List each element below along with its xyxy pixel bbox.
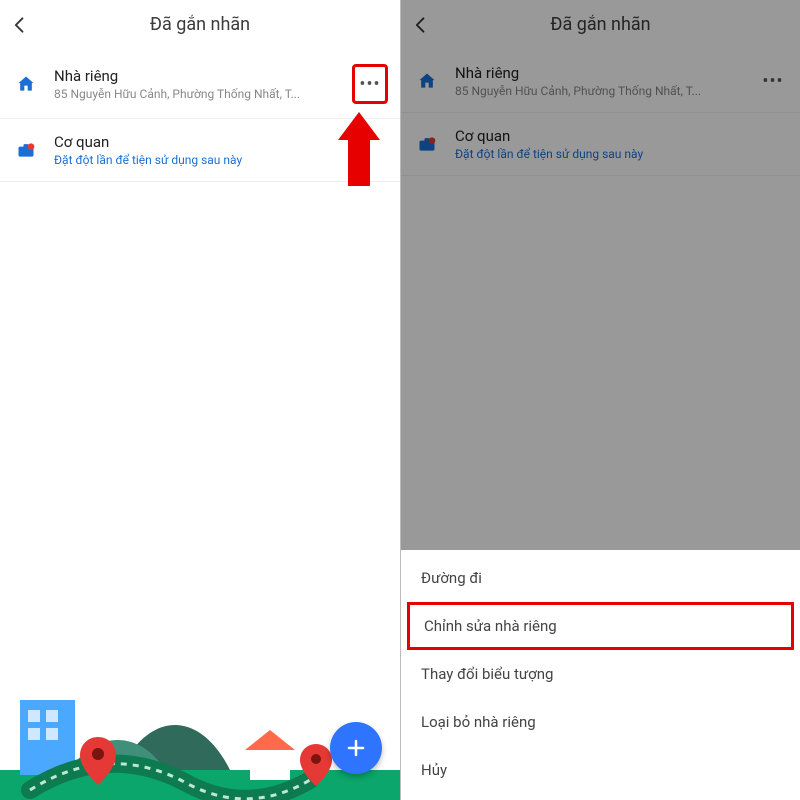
right-screenshot: Đã gắn nhãn Nhà riêng 85 Nguyễn Hữu Cảnh… bbox=[400, 0, 800, 800]
illustration bbox=[0, 600, 400, 800]
more-button[interactable]: ••• bbox=[355, 69, 385, 99]
sheet-item-cancel[interactable]: Hủy bbox=[401, 746, 800, 794]
sheet-item-remove-home[interactable]: Loại bỏ nhà riêng bbox=[401, 698, 800, 746]
back-button[interactable] bbox=[0, 0, 40, 50]
item-title: Cơ quan bbox=[54, 133, 388, 151]
item-subtitle: 85 Nguyễn Hữu Cảnh, Phường Thống Nhất, T… bbox=[54, 87, 334, 101]
plus-icon bbox=[344, 736, 368, 760]
list-item-body: Cơ quan Đặt đột lần để tiện sử dụng sau … bbox=[48, 133, 388, 167]
list-item-body: Nhà riêng 85 Nguyễn Hữu Cảnh, Phường Thố… bbox=[48, 67, 352, 101]
sheet-item-directions[interactable]: Đường đi bbox=[401, 554, 800, 602]
briefcase-icon bbox=[16, 140, 48, 160]
list-item-work[interactable]: Cơ quan Đặt đột lần để tiện sử dụng sau … bbox=[0, 119, 400, 182]
sheet-item-edit-home[interactable]: Chỉnh sửa nhà riêng bbox=[407, 602, 794, 650]
chevron-left-icon bbox=[10, 15, 30, 35]
empty-area bbox=[0, 182, 400, 800]
add-button[interactable] bbox=[330, 722, 382, 774]
highlight-more-button: ••• bbox=[352, 64, 388, 104]
left-screenshot: Đã gắn nhãn Nhà riêng 85 Nguyễn Hữu Cảnh… bbox=[0, 0, 400, 800]
home-icon bbox=[16, 74, 48, 94]
sheet-item-change-icon[interactable]: Thay đổi biểu tượng bbox=[401, 650, 800, 698]
item-title: Nhà riêng bbox=[54, 67, 352, 85]
list-item-home[interactable]: Nhà riêng 85 Nguyễn Hữu Cảnh, Phường Thố… bbox=[0, 50, 400, 119]
action-sheet: Đường đi Chỉnh sửa nhà riêng Thay đổi bi… bbox=[401, 550, 800, 800]
header: Đã gắn nhãn bbox=[0, 0, 400, 50]
page-title: Đã gắn nhãn bbox=[0, 14, 400, 35]
item-subtitle: Đặt đột lần để tiện sử dụng sau này bbox=[54, 153, 334, 167]
